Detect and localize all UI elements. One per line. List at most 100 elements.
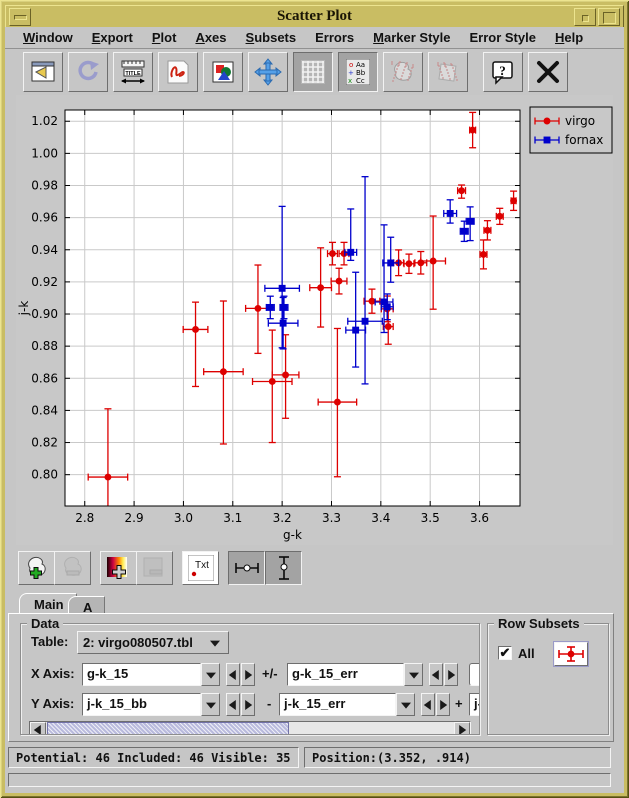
subset-all-checkbox[interactable]: ✔ — [498, 646, 512, 660]
x-clipped-widget[interactable] — [469, 663, 479, 686]
x-err-input[interactable]: g-k_15_err — [287, 663, 404, 686]
svg-text:0.94: 0.94 — [31, 243, 58, 257]
close-button[interactable] — [528, 52, 568, 92]
svg-text:1.00: 1.00 — [31, 146, 58, 160]
y-err-op-label: - — [267, 696, 271, 711]
menu-subsets[interactable]: Subsets — [240, 27, 303, 45]
menu-error-style[interactable]: Error Style — [463, 27, 541, 45]
row-subsets-group: Row Subsets ✔ All — [487, 623, 609, 735]
x-err-prev-button[interactable] — [429, 663, 443, 686]
scatter-plot-canvas[interactable]: 2.82.93.03.13.23.33.43.53.60.800.820.840… — [16, 95, 613, 545]
y-axis-dropdown-button[interactable] — [201, 693, 220, 716]
remove-subset-button — [54, 551, 91, 585]
svg-text:o: o — [349, 61, 353, 69]
window-frame: Scatter Plot Window Export Plot Axes Subsets… — [0, 0, 629, 798]
menu-export[interactable]: Export — [86, 27, 139, 45]
chevron-down-icon — [206, 672, 216, 678]
svg-text:1.02: 1.02 — [31, 114, 58, 128]
svg-text:2.8: 2.8 — [75, 511, 94, 525]
window-content: Window Export Plot Axes Subsets Errors Marker … — [5, 27, 624, 793]
y-err-prev-button[interactable] — [421, 693, 435, 716]
x-axis-prev-button[interactable] — [226, 663, 240, 686]
y-err-op2-label: + — [455, 696, 463, 711]
table-select[interactable]: 2: virgo080507.tbl — [77, 631, 229, 654]
chevron-right-icon — [245, 700, 252, 710]
x-axis-dropdown-button[interactable] — [201, 663, 220, 686]
svg-text:2.9: 2.9 — [125, 511, 144, 525]
scroll-right-button[interactable] — [454, 722, 470, 734]
subset-style-button[interactable] — [554, 642, 588, 666]
plot-legend: virgofornax — [530, 107, 612, 153]
menu-marker-style[interactable]: Marker Style — [367, 27, 456, 45]
export-image-button[interactable] — [203, 52, 243, 92]
x-errorbar-toggle-button[interactable] — [228, 551, 265, 585]
chevron-left-icon — [424, 700, 431, 710]
y-axis-label: Y Axis: — [31, 696, 74, 711]
y-axis-title: j-k — [17, 301, 31, 317]
export-pdf-button[interactable] — [158, 52, 198, 92]
label-points-button[interactable]: Txt — [182, 551, 219, 585]
add-subset-button[interactable] — [18, 551, 55, 585]
tab-a[interactable]: A — [68, 596, 105, 614]
y-axis-next-button[interactable] — [241, 693, 255, 716]
legend-toggle-button[interactable]: oAa+BbxCc — [338, 52, 378, 92]
chevron-down-icon — [401, 702, 411, 708]
x-err-next-button[interactable] — [444, 663, 458, 686]
chevron-left-icon — [229, 670, 236, 680]
svg-text:3.2: 3.2 — [273, 511, 292, 525]
iconify-button[interactable] — [574, 8, 596, 26]
progress-strip — [8, 773, 611, 787]
y-err-dropdown-button[interactable] — [396, 693, 415, 716]
y-axis-prev-button[interactable] — [226, 693, 240, 716]
add-style-button[interactable] — [100, 551, 137, 585]
menu-axes[interactable]: Axes — [189, 27, 232, 45]
tab-content-panel: Data Table: 2: virgo080507.tbl X Axis: g… — [8, 613, 614, 742]
svg-text:3.1: 3.1 — [223, 511, 242, 525]
svg-text:?: ? — [499, 63, 506, 78]
title-bar[interactable]: Scatter Plot — [5, 5, 624, 29]
subset-all-label: All — [518, 646, 535, 661]
svg-text:+: + — [348, 69, 354, 77]
iconify-icon — [582, 15, 589, 22]
y-axis-input[interactable]: j-k_15_bb — [82, 693, 201, 716]
menu-window[interactable]: Window — [17, 27, 79, 45]
y-err-next-button[interactable] — [436, 693, 450, 716]
menu-plot[interactable]: Plot — [146, 27, 183, 45]
scroll-left-button[interactable] — [30, 722, 46, 734]
x-axis-title: g-k — [283, 528, 302, 542]
chevron-down-icon — [409, 672, 419, 678]
row-subsets-title: Row Subsets — [494, 616, 584, 631]
svg-text:Aa: Aa — [356, 61, 365, 69]
help-button[interactable]: ? — [483, 52, 523, 92]
x-err-dropdown-button[interactable] — [404, 663, 423, 686]
chevron-left-icon — [34, 725, 41, 735]
pan-resize-button[interactable] — [248, 52, 288, 92]
svg-text:TITLE: TITLE — [125, 71, 141, 77]
maximize-icon — [603, 12, 616, 24]
svg-text:3.6: 3.6 — [470, 511, 489, 525]
svg-text:Bb: Bb — [356, 69, 366, 77]
svg-text:0.86: 0.86 — [31, 371, 58, 385]
y-err2-input[interactable]: j- — [469, 693, 479, 716]
y-err-input[interactable]: j-k_15_err — [279, 693, 396, 716]
x-axis-label: X Axis: — [31, 666, 75, 681]
x-axis-next-button[interactable] — [241, 663, 255, 686]
menu-errors[interactable]: Errors — [309, 27, 360, 45]
axis-config-button[interactable]: TITLE — [113, 52, 153, 92]
chevron-right-icon — [245, 670, 252, 680]
position-status: Position:(3.352, .914) — [304, 747, 611, 768]
scrollbar-thumb[interactable] — [47, 722, 289, 734]
grid-toggle-button[interactable] — [293, 52, 333, 92]
y-errorbar-toggle-button[interactable] — [265, 551, 302, 585]
svg-text:3.3: 3.3 — [322, 511, 341, 525]
replot-button[interactable] — [68, 52, 108, 92]
svg-text:Txt: Txt — [195, 560, 209, 571]
blob-subset-button — [383, 52, 423, 92]
menu-help[interactable]: Help — [549, 27, 589, 45]
x-axis-input[interactable]: g-k_15 — [82, 663, 201, 686]
window-button[interactable] — [23, 52, 63, 92]
maximize-button[interactable] — [598, 8, 620, 26]
marker-style-icon — [555, 643, 587, 665]
svg-text:3.4: 3.4 — [371, 511, 390, 525]
data-hscrollbar[interactable] — [29, 721, 471, 734]
